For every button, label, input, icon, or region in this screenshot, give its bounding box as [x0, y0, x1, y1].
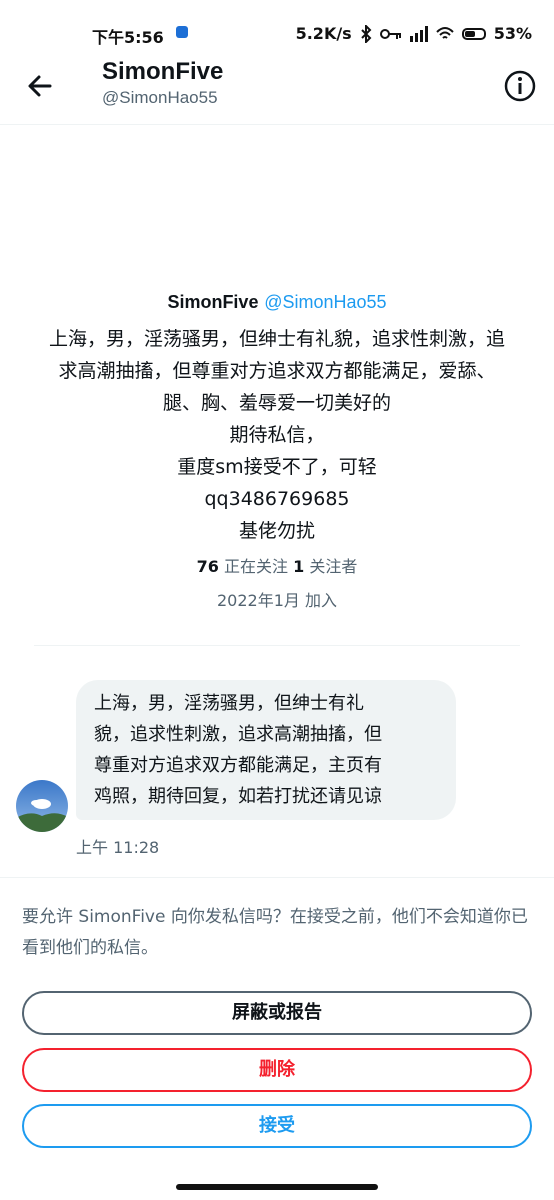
- key-icon: [379, 28, 401, 39]
- bio-line: 腿、胸、羞辱爱一切美好的: [162, 392, 391, 414]
- message-line: 貌，追求性刺激，追求高潮抽搐，但: [94, 724, 382, 745]
- battery-icon: [461, 27, 486, 40]
- wifi-icon: [435, 26, 454, 39]
- following-count: 76: [196, 557, 219, 576]
- message-line: 鸡照，期待回复，如若打扰还请见谅: [94, 786, 382, 807]
- bio-line: 重度sm接受不了，可轻: [177, 456, 377, 478]
- message-line: 尊重对方追求双方都能满足，主页有: [94, 755, 382, 776]
- bio-line: qq3486769685: [204, 488, 350, 510]
- profile-stats: 76 正在关注 1 关注者: [0, 553, 554, 577]
- avatar[interactable]: [16, 780, 68, 832]
- divider: [0, 877, 554, 878]
- conversation-header: SimonFive @SimonHao55: [0, 48, 554, 125]
- accept-button[interactable]: 接受: [22, 1104, 532, 1148]
- signal-icon: [409, 25, 428, 42]
- profile-handle: @SimonHao55: [264, 292, 387, 312]
- message-request-prompt: 要允许 SimonFive 向你发私信吗？在接受之前，他们不会知道你已看到他们的…: [22, 907, 528, 958]
- message-line: 上海，男，淫荡骚男，但绅士有礼: [94, 693, 364, 714]
- bio-line: 求高潮抽搐，但尊重对方追求双方都能满足，爱舔、: [58, 360, 496, 382]
- message-time: 上午 11:28: [76, 838, 160, 857]
- message-bubble[interactable]: 上海，男，淫荡骚男，但绅士有礼 貌，追求性刺激，追求高潮抽搐，但 尊重对方追求双…: [76, 680, 456, 820]
- back-arrow-icon[interactable]: [22, 68, 58, 104]
- status-icons: 5.2K/s 53%: [296, 24, 532, 43]
- status-time: 下午5:56: [92, 28, 164, 47]
- following-label[interactable]: 正在关注: [224, 557, 288, 576]
- profile-name: SimonFive: [167, 292, 259, 312]
- block-or-report-button[interactable]: 屏蔽或报告: [22, 991, 532, 1035]
- followers-count: 1: [293, 557, 305, 576]
- network-speed: 5.2K/s: [295, 24, 352, 43]
- profile-name-line: SimonFive @SimonHao55: [0, 292, 554, 313]
- divider: [34, 645, 520, 646]
- followers-label[interactable]: 关注者: [309, 557, 357, 576]
- profile-summary[interactable]: SimonFive @SimonHao55 上海，男，淫荡骚男，但绅士有礼貌，追…: [0, 292, 554, 611]
- bluetooth-icon: [360, 24, 372, 43]
- info-icon[interactable]: [502, 68, 538, 104]
- header-title: SimonFive: [102, 58, 224, 85]
- home-indicator[interactable]: [176, 1184, 378, 1190]
- status-bar: 下午5:56 5.2K/s 53%: [0, 0, 554, 48]
- delete-button[interactable]: 删除: [22, 1048, 532, 1092]
- profile-bio: 上海，男，淫荡骚男，但绅士有礼貌，追求性刺激，追 求高潮抽搐，但尊重对方追求双方…: [0, 323, 554, 547]
- header-handle: @SimonHao55: [102, 88, 218, 107]
- bio-line: 期待私信，: [229, 424, 325, 446]
- app-notification-icon: [176, 26, 188, 38]
- bio-line: 基佬勿扰: [238, 520, 315, 542]
- battery-percent: 53%: [493, 24, 532, 43]
- joined-date: 2022年1月 加入: [217, 591, 337, 610]
- bio-line: 上海，男，淫荡骚男，但绅士有礼貌，追求性刺激，追: [48, 328, 505, 350]
